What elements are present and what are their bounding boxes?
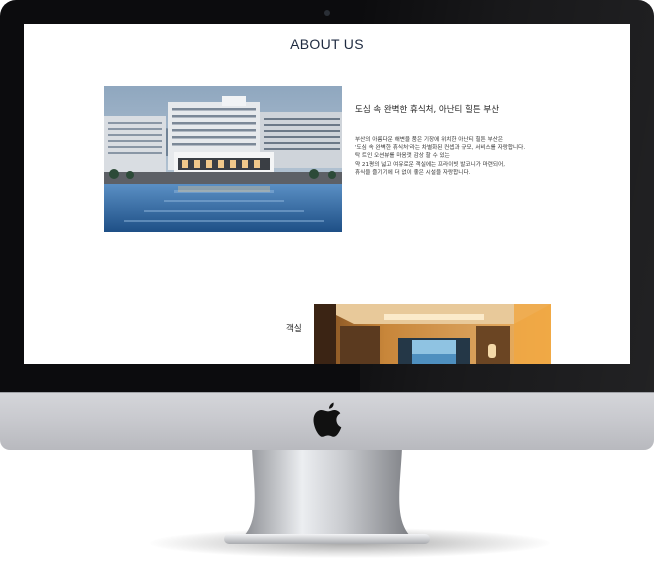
chin-divider bbox=[0, 392, 654, 393]
intro-heading: 도심 속 완벽한 휴식처, 아난티 힐튼 부산 bbox=[355, 105, 500, 115]
monitor-stand bbox=[224, 448, 430, 544]
apple-logo-icon bbox=[313, 402, 342, 437]
camera-dot-icon bbox=[324, 10, 330, 16]
intro-line: 탁 트인 오션뷰를 마음껏 감상 할 수 있는 bbox=[355, 153, 450, 160]
intro-line: 약 21평의 넓고 여유로운 객실에는 프라이빗 발코니가 마련되어, bbox=[355, 161, 505, 168]
hotel-exterior-photo bbox=[104, 86, 342, 232]
page-title: ABOUT US bbox=[290, 36, 364, 52]
intro-line: '도심 속 완벽한 휴식처'라는 차별화된 컨셉과 규모, 서비스를 자랑합니다… bbox=[355, 145, 526, 152]
intro-paragraph: 부산의 아름다운 해변을 품은 기장에 위치한 아난티 힐튼 부산은 '도심 속… bbox=[355, 136, 525, 177]
screen: ABOUT US 도심 속 완벽한 휴식처, 아난티 힐튼 부산 부산의 아름다… bbox=[24, 24, 630, 364]
imac-mockup: ABOUT US 도심 속 완벽한 휴식처, 아난티 힐튼 부산 부산의 아름다… bbox=[0, 0, 654, 565]
intro-line: 휴식을 즐기기에 더 없이 좋은 시설을 자랑합니다. bbox=[355, 169, 471, 176]
rooms-section-label: 객실 bbox=[286, 324, 302, 334]
intro-line: 부산의 아름다운 해변을 품은 기장에 위치한 아난티 힐튼 부산은 bbox=[355, 137, 504, 143]
room-interior-photo bbox=[314, 304, 551, 364]
